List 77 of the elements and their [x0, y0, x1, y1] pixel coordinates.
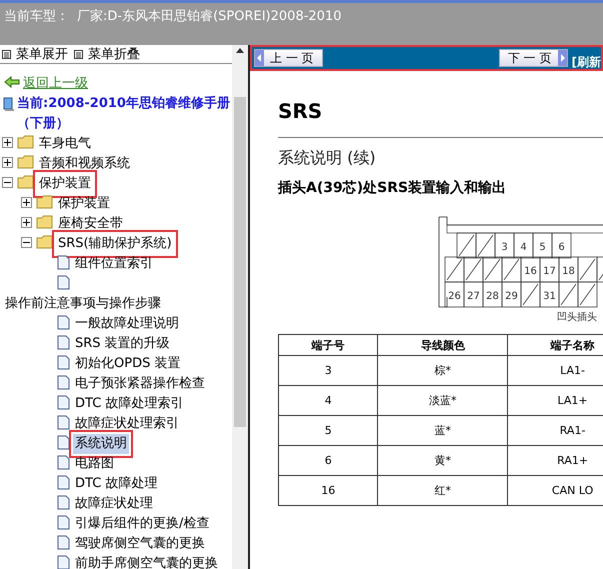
tree-item[interactable]: SRS 装置的升级 — [73, 334, 172, 354]
tree-item[interactable]: 车身电气 — [37, 134, 93, 154]
tree-item[interactable]: 座椅安全带 — [56, 214, 125, 234]
next-page-button[interactable]: 下 一 页 — [498, 49, 568, 67]
folder-icon — [17, 135, 34, 149]
tree-item[interactable]: 音频和视频系统 — [37, 154, 132, 174]
tree-item[interactable]: 初始化OPDS 装置 — [73, 354, 182, 374]
document-icon — [57, 415, 70, 430]
tree-item[interactable]: DTC 故障处理索引 — [73, 394, 186, 414]
collapse-menu-button[interactable]: 菜单折叠 — [74, 45, 140, 63]
tree-item[interactable]: 电路图 — [73, 454, 116, 474]
table-cell: 红* — [378, 476, 508, 506]
column-header: 端子号 — [278, 334, 378, 356]
document-icon — [57, 535, 70, 550]
expand-menu-button[interactable]: 菜单展开 — [2, 45, 68, 63]
list-icon — [2, 50, 11, 58]
folder-icon — [36, 235, 53, 249]
back-link[interactable]: 返回上一级 — [23, 76, 88, 91]
tree-item[interactable]: 电子预张紧器操作检查 — [73, 374, 207, 394]
current-manual-title: 当前:2008-2010年思铂睿维修手册（下册） — [17, 94, 231, 133]
car-model-value: 厂家:D-东风本田思铂睿(SPOREI)2008-2010 — [77, 8, 342, 25]
document-icon — [57, 555, 70, 569]
tree-item[interactable]: 驾驶席侧空气囊的更换 — [73, 534, 207, 554]
document-icon — [57, 515, 70, 530]
document-icon — [57, 375, 70, 390]
expand-icon[interactable] — [2, 137, 13, 148]
table-cell: 5 — [278, 416, 378, 446]
document-title: SRS — [278, 99, 603, 138]
table-cell: 黄* — [378, 446, 508, 476]
document-icon — [57, 435, 70, 450]
tree-item[interactable]: 前助手席侧空气囊的更换 — [73, 554, 220, 569]
expand-icon[interactable] — [2, 157, 13, 168]
document-icon — [57, 455, 70, 470]
folder-icon — [17, 175, 34, 189]
list-icon — [74, 50, 83, 58]
document-icon — [57, 395, 70, 410]
table-cell: 蓝* — [378, 416, 508, 446]
collapse-icon[interactable] — [21, 237, 32, 248]
previous-page-button[interactable]: 上 一 页 — [254, 49, 323, 67]
folder-icon — [17, 155, 34, 169]
section-heading: 系统说明 (续) — [278, 148, 377, 169]
table-cell: 3 — [278, 356, 378, 386]
document-icon — [57, 475, 70, 490]
back-arrow-icon — [4, 76, 20, 88]
document-icon — [57, 315, 70, 330]
document-icon — [57, 335, 70, 350]
collapse-icon[interactable] — [2, 177, 13, 188]
tree-item[interactable]: 操作前注意事项与操作步骤 — [3, 294, 163, 314]
tree-item[interactable]: 故障症状处理索引 — [73, 414, 181, 434]
folder-icon — [36, 215, 53, 229]
document-icon — [57, 355, 70, 370]
tree-item[interactable]: 故障症状处理 — [73, 494, 155, 514]
subheading: 插头A(39芯)处SRS装置输入和输出 — [278, 179, 508, 197]
tree-item[interactable]: 系统说明 — [73, 434, 129, 454]
tree-item[interactable]: 保护装置 — [56, 194, 112, 214]
tree-item[interactable]: 一般故障处理说明 — [73, 314, 181, 334]
refresh-link[interactable]: [刷新 — [572, 54, 601, 70]
document-icon — [57, 275, 70, 290]
computer-icon — [3, 97, 15, 112]
table-cell: 6 — [278, 446, 378, 476]
tree-item[interactable]: 组件位置索引 — [73, 254, 155, 274]
table-cell: 4 — [278, 386, 378, 416]
connector-caption: 凹头插头 — [557, 310, 597, 324]
connector-drawing: 3 4 5 6 16 17 18 26 27 28 29 31 — [437, 215, 603, 310]
expand-icon[interactable] — [21, 217, 32, 228]
document-icon — [57, 255, 70, 270]
tree-item[interactable]: DTC 故障处理 — [73, 474, 160, 494]
tree-item[interactable]: 引爆后组件的更换/检查 — [73, 514, 212, 534]
folder-icon — [36, 195, 53, 209]
table-cell: 淡蓝* — [378, 386, 508, 416]
column-header: 导线颜色 — [378, 334, 508, 356]
document-icon — [57, 495, 70, 510]
column-header: 端子名称 — [508, 334, 603, 356]
table-cell: 棕* — [378, 356, 508, 386]
table-cell: 16 — [278, 476, 378, 506]
expand-icon[interactable] — [21, 197, 32, 208]
car-model-label: 当前车型： — [4, 8, 69, 25]
